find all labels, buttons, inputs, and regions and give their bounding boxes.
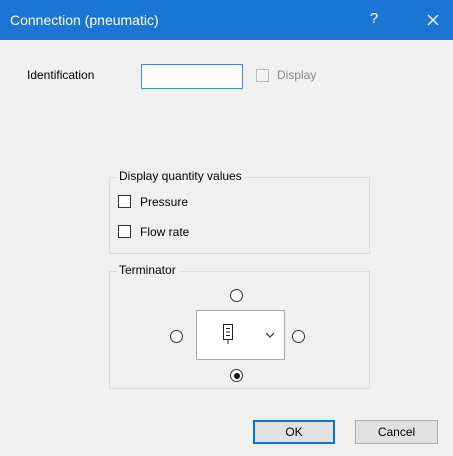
display-checkbox[interactable]: [256, 69, 269, 82]
ok-button[interactable]: OK: [253, 420, 335, 444]
close-icon: [427, 14, 439, 26]
help-button[interactable]: ?: [364, 10, 384, 27]
connection-dialog: Connection (pneumatic) ? Identification …: [0, 0, 453, 456]
flow-rate-label: Flow rate: [140, 225, 190, 239]
quantity-values-group-title: Display quantity values: [116, 169, 245, 183]
identification-label: Identification: [27, 68, 95, 82]
close-button[interactable]: [420, 8, 446, 32]
terminator-group-title: Terminator: [116, 263, 179, 277]
terminator-bottom-radio[interactable]: [230, 369, 243, 382]
chevron-down-icon: [265, 332, 275, 338]
terminator-left-radio[interactable]: [170, 330, 183, 343]
terminator-top-radio[interactable]: [230, 289, 243, 302]
identification-input[interactable]: [141, 64, 243, 89]
pneumatic-terminator-icon: [223, 324, 233, 344]
cancel-button[interactable]: Cancel: [355, 420, 438, 444]
title-bar: Connection (pneumatic) ?: [0, 0, 453, 40]
dialog-title: Connection (pneumatic): [10, 12, 159, 28]
pressure-label: Pressure: [140, 195, 189, 209]
quantity-values-group: [109, 177, 370, 254]
display-checkbox-label: Display: [277, 68, 317, 82]
pressure-checkbox[interactable]: [118, 195, 131, 208]
flow-rate-checkbox[interactable]: [118, 225, 131, 238]
terminator-symbol-dropdown[interactable]: [196, 310, 285, 360]
terminator-right-radio[interactable]: [292, 330, 305, 343]
